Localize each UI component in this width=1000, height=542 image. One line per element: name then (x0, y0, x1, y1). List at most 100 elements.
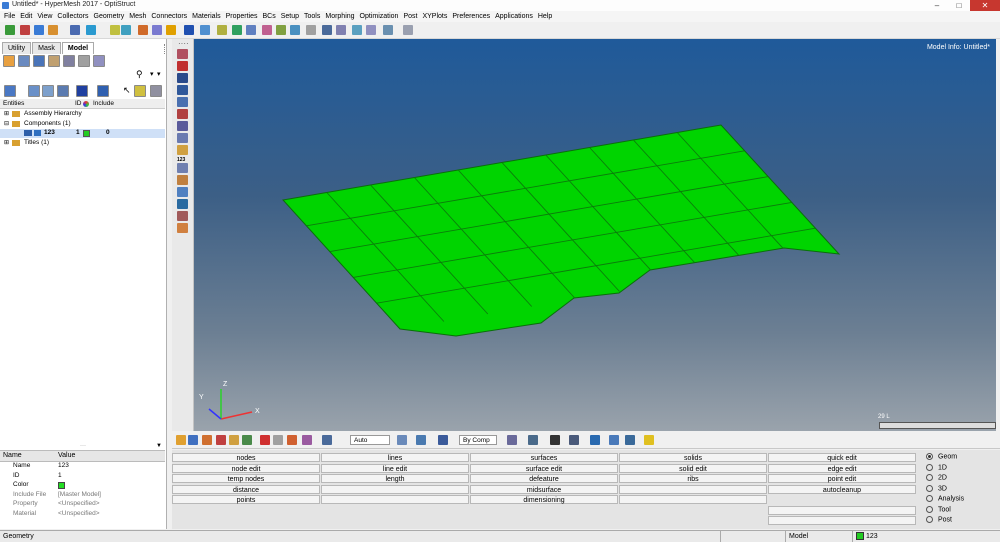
panel-button-ribs[interactable]: ribs (619, 474, 767, 483)
node-icon[interactable] (177, 133, 188, 143)
material-icon[interactable] (216, 435, 226, 445)
panel-button-autocleanup[interactable]: autocleanup (768, 484, 916, 494)
isolate-icon[interactable] (76, 85, 88, 97)
assembly-view-icon[interactable] (18, 55, 30, 67)
minimize-icon[interactable]: – (926, 0, 948, 11)
panel-button-lines[interactable]: lines (321, 453, 469, 462)
mesh-display-icon[interactable] (177, 199, 188, 209)
element-color-icon[interactable] (507, 435, 517, 445)
traced-edges-icon[interactable] (177, 163, 188, 173)
component-color-swatch[interactable] (83, 130, 90, 137)
panel-button-solids[interactable]: solids (619, 453, 767, 462)
menu-morphing[interactable]: Morphing (325, 13, 354, 20)
new-model-icon[interactable] (5, 25, 15, 35)
radio-2d[interactable]: 2D (926, 474, 947, 481)
include-column[interactable]: Include (93, 100, 114, 107)
rotate-left-icon[interactable] (184, 25, 194, 35)
zoom-out-icon[interactable] (152, 25, 162, 35)
fit-view-icon[interactable] (306, 25, 316, 35)
panel-button-nodes[interactable]: nodes (172, 453, 320, 462)
menu-collectors[interactable]: Collectors (57, 13, 88, 20)
graphics-viewport[interactable]: Model Info: Untitled* X Z Y 29 L (194, 39, 996, 431)
export-icon[interactable] (70, 25, 80, 35)
menu-optimization[interactable]: Optimization (360, 13, 399, 20)
pan-hand-icon[interactable] (336, 25, 346, 35)
include-view-icon[interactable] (78, 55, 90, 67)
menu-view[interactable]: View (37, 13, 52, 20)
material-view-icon[interactable] (48, 55, 60, 67)
toolbar-grip[interactable]: ···· (178, 39, 189, 48)
search-dropdown-icon[interactable]: ▾ (150, 70, 154, 78)
undo-icon[interactable] (383, 25, 393, 35)
solid-view-icon[interactable] (528, 435, 538, 445)
panel-splitter[interactable] (164, 44, 167, 54)
menu-post[interactable]: Post (403, 13, 417, 20)
element-edges-icon[interactable] (177, 97, 188, 107)
wireframe-icon[interactable] (177, 85, 188, 95)
import-solver-icon[interactable] (86, 25, 96, 35)
search-expand-icon[interactable]: ▾ (157, 70, 161, 78)
mask-icon[interactable] (273, 435, 283, 445)
radio-1d[interactable]: 1D (926, 463, 947, 471)
label-icon[interactable] (177, 145, 188, 155)
property-row-property[interactable]: Property <Unspecified> (0, 500, 165, 509)
menu-preferences[interactable]: Preferences (452, 13, 490, 20)
hide-icon[interactable] (287, 435, 297, 445)
transparency-icon[interactable] (177, 223, 188, 233)
zoom-window-icon[interactable] (276, 25, 286, 35)
property-row-name[interactable]: Name 123 (0, 462, 165, 471)
menu-bcs[interactable]: BCs (262, 13, 275, 20)
load-icon[interactable] (242, 435, 252, 445)
property-icon[interactable] (229, 435, 239, 445)
free-edges-icon[interactable] (177, 109, 188, 119)
spin-icon[interactable] (246, 25, 256, 35)
geometry-icon[interactable] (176, 435, 186, 445)
radio-3d[interactable]: 3D (926, 484, 947, 492)
move-icon[interactable] (352, 25, 362, 35)
id-column[interactable]: ID (75, 100, 82, 107)
menu-file[interactable]: File (4, 13, 15, 20)
panel-button-edge-edit[interactable]: edge edit (768, 463, 916, 473)
line-style-icon[interactable] (550, 435, 560, 445)
surface-display-icon[interactable] (569, 435, 579, 445)
radio-post[interactable]: Post (926, 516, 952, 523)
menu-mesh[interactable]: Mesh (129, 13, 146, 20)
pan-icon[interactable] (166, 25, 176, 35)
panel-button-line-edit[interactable]: line edit (321, 463, 469, 473)
hide-icon[interactable] (97, 85, 109, 97)
panel-button-point-edit[interactable]: point edit (768, 474, 916, 483)
screen-icon[interactable] (625, 435, 635, 445)
menu-help[interactable]: Help (538, 13, 552, 20)
color-column-icon[interactable] (83, 101, 89, 107)
solver-view-icon[interactable] (93, 55, 105, 67)
open-model-icon[interactable] (20, 25, 30, 35)
browser-view-icon[interactable] (3, 55, 15, 67)
menu-properties[interactable]: Properties (226, 13, 258, 20)
panel-button-solid-edit[interactable]: solid edit (619, 463, 767, 473)
close-icon[interactable]: ✕ (970, 0, 1000, 11)
rotate-icon[interactable] (110, 25, 120, 35)
delete-icon[interactable] (260, 435, 270, 445)
menu-xyplots[interactable]: XYPlots (422, 13, 447, 20)
property-row-color[interactable]: Color (0, 481, 165, 490)
normals-icon[interactable] (177, 187, 188, 197)
expand-icon[interactable]: ⊞ (4, 110, 9, 117)
color-by-select[interactable]: By Comp (459, 435, 497, 445)
entities-column[interactable]: Entities (3, 100, 24, 107)
create-entity-icon[interactable] (4, 85, 16, 97)
zoom-in-icon[interactable] (138, 25, 148, 35)
maximize-icon[interactable]: □ (948, 0, 970, 11)
filter-icon[interactable] (150, 85, 162, 97)
menu-applications[interactable]: Applications (495, 13, 533, 20)
property-view-icon[interactable] (63, 55, 75, 67)
favorite-icon[interactable] (644, 435, 654, 445)
rotate-up-icon[interactable] (217, 25, 227, 35)
surface-edit-icon[interactable] (177, 49, 188, 59)
current-component[interactable]: 123 (852, 531, 1000, 542)
fit-icon[interactable] (121, 25, 131, 35)
panel-button-surface-edit[interactable]: surface edit (470, 463, 618, 473)
tree-item-component-123[interactable]: 123 1 0 (0, 129, 165, 138)
panel-button-temp-nodes[interactable]: temp nodes (172, 474, 320, 483)
scroll-down-icon[interactable]: ▼ (156, 443, 162, 449)
panel-button-distance[interactable]: distance (172, 484, 320, 494)
